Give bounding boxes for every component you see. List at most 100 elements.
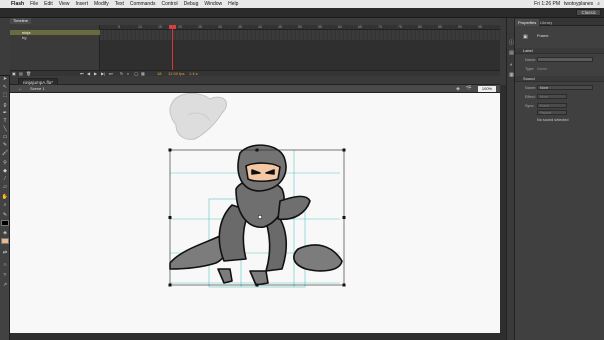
workspace-switcher[interactable]: Classic xyxy=(576,9,601,16)
swap-colors-icon[interactable]: ⇄ xyxy=(1,250,9,256)
eraser-icon[interactable]: ▱ xyxy=(1,184,9,190)
pencil-tool-icon[interactable]: ✎ xyxy=(1,142,9,148)
horizontal-scrollbar[interactable] xyxy=(10,333,500,340)
edit-multiple-icon[interactable]: ▦ xyxy=(141,71,145,77)
menu-modify[interactable]: Modify xyxy=(91,1,112,7)
search-icon[interactable]: ⌕ xyxy=(597,1,600,7)
frame-row-bg[interactable] xyxy=(100,35,500,40)
label-type-value[interactable]: Name xyxy=(537,67,547,71)
library-icon[interactable]: ▤ xyxy=(508,50,515,56)
selection-tool-icon[interactable]: ➤ xyxy=(1,76,9,82)
clock[interactable]: Fri 1:26 PM xyxy=(534,1,560,7)
zoom-select[interactable]: 100% xyxy=(478,86,496,92)
section-label[interactable]: Label xyxy=(515,48,604,54)
edit-bar: ← Scene 1 🎬 ◈ 100% xyxy=(10,85,500,93)
ruler-tick: 40 xyxy=(258,25,262,29)
section-sound[interactable]: Sound xyxy=(515,76,604,82)
current-frame[interactable]: 18 xyxy=(157,71,161,77)
ruler-tick: 75 xyxy=(398,25,402,29)
rewind-icon[interactable]: ⏮ xyxy=(80,71,84,77)
layer-bg[interactable]: bg xyxy=(10,35,100,40)
menu-help[interactable]: Help xyxy=(225,1,241,7)
scene-name[interactable]: Scene 1 xyxy=(30,86,45,91)
fill-color-icon[interactable]: ◈ xyxy=(1,230,9,236)
pen-tool-icon[interactable]: ✒ xyxy=(1,110,9,116)
edit-scene-icon[interactable]: 🎬 xyxy=(466,86,472,92)
brush-tool-icon[interactable]: 🖌 xyxy=(1,150,9,156)
new-folder-icon[interactable]: ▤ xyxy=(19,71,23,77)
menu-app[interactable]: Flash xyxy=(8,1,27,7)
properties-panel: Properties Library ▣ Frame Label Name: T… xyxy=(515,18,604,340)
loop-icon[interactable]: ↻ xyxy=(120,71,123,77)
ruler-tick: 35 xyxy=(238,25,242,29)
ruler-tick: 20 xyxy=(178,25,182,29)
rectangle-tool-icon[interactable]: ▭ xyxy=(1,134,9,140)
status-area: Fri 1:26 PM twotoyplanes ⌕ xyxy=(534,1,604,7)
hand-tool-icon[interactable]: ✋ xyxy=(1,194,9,200)
stage-canvas[interactable] xyxy=(10,93,500,333)
zoom-tool-icon[interactable]: ⌕ xyxy=(1,202,9,208)
line-tool-icon[interactable]: ╲ xyxy=(1,126,9,132)
properties-icon[interactable]: ⓘ xyxy=(508,40,515,46)
panel-icon-strip: ⓘ ▤ ◐ ▦ xyxy=(506,18,515,340)
menu-view[interactable]: View xyxy=(56,1,73,7)
end-icon[interactable]: ⏭ xyxy=(109,71,113,77)
edit-symbols-icon[interactable]: ◈ xyxy=(456,86,460,92)
onion-skin-icon[interactable]: ◐ xyxy=(127,71,129,77)
ruler-tick: 50 xyxy=(298,25,302,29)
ruler-tick: 45 xyxy=(278,25,282,29)
text-tool-icon[interactable]: T xyxy=(1,118,9,124)
menu-text[interactable]: Text xyxy=(112,1,127,7)
play-icon[interactable]: ▶ xyxy=(94,71,97,77)
document-bar: ninjajumpA.fla* xyxy=(10,78,500,85)
menu-control[interactable]: Control xyxy=(159,1,181,7)
step-back-icon[interactable]: ◀ xyxy=(87,71,90,77)
ruler-tick: 65 xyxy=(358,25,362,29)
menu-insert[interactable]: Insert xyxy=(73,1,92,7)
fill-color-swatch[interactable] xyxy=(1,238,9,244)
playhead-line[interactable] xyxy=(172,25,173,70)
back-arrow-icon[interactable]: ← xyxy=(18,86,23,92)
onion-outline-icon[interactable]: ◯ xyxy=(134,71,138,77)
sound-repeat-select[interactable]: Repeat xyxy=(537,110,567,115)
tab-properties[interactable]: Properties xyxy=(515,19,540,26)
transform-tool-icon[interactable]: ⬚ xyxy=(1,92,9,98)
sound-name-select[interactable]: None xyxy=(537,85,593,90)
lasso-tool-icon[interactable]: ϱ xyxy=(1,102,9,108)
menu-debug[interactable]: Debug xyxy=(181,1,202,7)
frame-rate[interactable]: 12.00 fps xyxy=(168,71,184,77)
properties-tabs: Properties Library xyxy=(515,18,604,26)
straighten-icon[interactable]: ↗ xyxy=(1,282,9,288)
step-forward-icon[interactable]: ▶| xyxy=(101,71,105,77)
frame-label-input[interactable] xyxy=(537,57,593,62)
timeline-tab[interactable]: Timeline xyxy=(10,18,31,24)
sound-sync-select[interactable]: Event xyxy=(537,103,567,108)
color-icon[interactable]: ◐ xyxy=(508,62,515,68)
stroke-color-swatch[interactable] xyxy=(1,220,9,226)
swatches-icon[interactable]: ▦ xyxy=(508,72,515,78)
ruler-tick: 5 xyxy=(118,25,120,29)
smooth-icon[interactable]: ≈ xyxy=(1,272,9,278)
tab-library[interactable]: Library xyxy=(537,19,555,26)
user-name[interactable]: twotoyplanes xyxy=(564,1,593,7)
menu-edit[interactable]: Edit xyxy=(41,1,56,7)
menu-window[interactable]: Window xyxy=(201,1,225,7)
timeline-controls: ▣ ▤ 🗑 ⏮ ◀ ▶ ▶| ⏭ ↻ ◐ ◯ ▦ 18 12.00 fps 1.… xyxy=(10,70,500,76)
subselection-tool-icon[interactable]: ↖ xyxy=(1,84,9,90)
stroke-color-icon[interactable]: ✎ xyxy=(1,212,9,218)
layer-list: ninja bg xyxy=(10,25,100,70)
timeline-panel: Timeline ninja bg 5 10 15 20 25 30 35 40 45 50 55 6… xyxy=(0,18,500,76)
menu-commands[interactable]: Commands xyxy=(127,1,159,7)
sound-effect-caption: Effect: xyxy=(525,95,536,99)
menu-file[interactable]: File xyxy=(27,1,41,7)
eyedropper-icon[interactable]: ⁄ xyxy=(1,176,9,182)
new-layer-icon[interactable]: ▣ xyxy=(12,71,16,77)
document-tab[interactable]: ninjajumpA.fla* xyxy=(18,78,59,85)
snap-magnet-icon[interactable]: ∩ xyxy=(1,262,9,268)
delete-layer-icon[interactable]: 🗑 xyxy=(26,71,31,77)
paint-bucket-icon[interactable]: ◆ xyxy=(1,168,9,174)
bone-tool-icon[interactable]: ⚲ xyxy=(1,160,9,166)
ruler-tick: 30 xyxy=(218,25,222,29)
sound-effect-select[interactable]: None xyxy=(537,94,567,99)
ruler-tick: 25 xyxy=(198,25,202,29)
